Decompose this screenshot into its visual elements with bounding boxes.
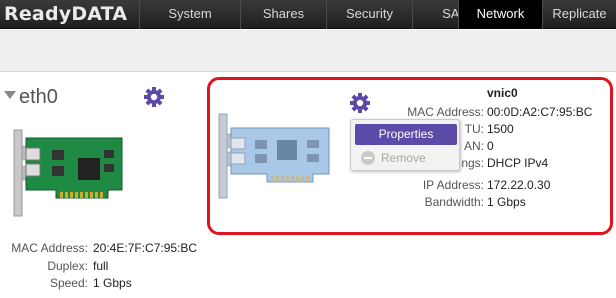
vnic0-vlan-value: 0 bbox=[487, 139, 494, 153]
tab-system[interactable]: System bbox=[139, 0, 240, 29]
eth0-duplex-value: full bbox=[93, 259, 109, 273]
tab-replicate[interactable]: Replicate bbox=[542, 0, 616, 29]
vnic0-name: vnic0 bbox=[487, 86, 518, 100]
readydata-logo: ReadyDATA bbox=[4, 3, 128, 25]
vnic0-ip-value: 172.22.0.30 bbox=[487, 178, 551, 192]
vnic0-ip-label: IP Address: bbox=[422, 178, 484, 192]
vnic0-bandwidth-value: 1 Gbps bbox=[487, 195, 526, 209]
top-nav-bar: ReadyDATA System Shares Security SAN Net… bbox=[0, 0, 616, 29]
sub-toolbar bbox=[0, 30, 616, 72]
menu-item-properties[interactable]: Properties bbox=[355, 124, 457, 145]
triangle-down-icon[interactable] bbox=[4, 91, 16, 99]
eth0-duplex-label: Duplex: bbox=[47, 259, 88, 273]
eth0-mac-label: MAC Address: bbox=[11, 241, 88, 255]
menu-item-remove[interactable]: Remove bbox=[359, 149, 455, 167]
interface-name-eth0: eth0 bbox=[19, 86, 58, 108]
tab-shares[interactable]: Shares bbox=[240, 0, 326, 29]
vnic0-mac-value: 00:0D:A2:C7:95:BC bbox=[487, 105, 593, 119]
eth0-speed-value: 1 Gbps bbox=[93, 276, 132, 290]
eth0-mac-value: 20:4E:7F:C7:95:BC bbox=[93, 241, 198, 255]
nic-card-image-vnic0 bbox=[218, 113, 330, 199]
vnic0-context-menu: Properties Remove bbox=[350, 119, 460, 171]
tab-network[interactable]: Network bbox=[458, 0, 542, 29]
vnic0-settings-value: DHCP IPv4 bbox=[487, 156, 549, 170]
menu-item-remove-label: Remove bbox=[381, 151, 426, 165]
tab-security[interactable]: Security bbox=[326, 0, 412, 29]
vnic0-bandwidth-label: Bandwidth: bbox=[424, 195, 484, 209]
vnic0-mtu-label: TU: bbox=[464, 122, 484, 136]
minus-circle-icon bbox=[361, 151, 375, 165]
eth0-speed-label: Speed: bbox=[49, 276, 88, 290]
vnic0-vlan-label: AN: bbox=[463, 139, 484, 153]
eth0-details: MAC Address: 20:4E:7F:C7:95:BC Duplex: f… bbox=[0, 241, 300, 295]
gear-icon[interactable] bbox=[143, 86, 165, 108]
vnic0-settings-label: ngs: bbox=[461, 156, 484, 170]
interface-title-eth0[interactable]: eth0 bbox=[4, 86, 58, 109]
vnic0-mac-label: MAC Address: bbox=[407, 105, 484, 119]
vnic0-mtu-value: 1500 bbox=[487, 122, 514, 136]
nic-card-image-eth0 bbox=[13, 129, 123, 217]
